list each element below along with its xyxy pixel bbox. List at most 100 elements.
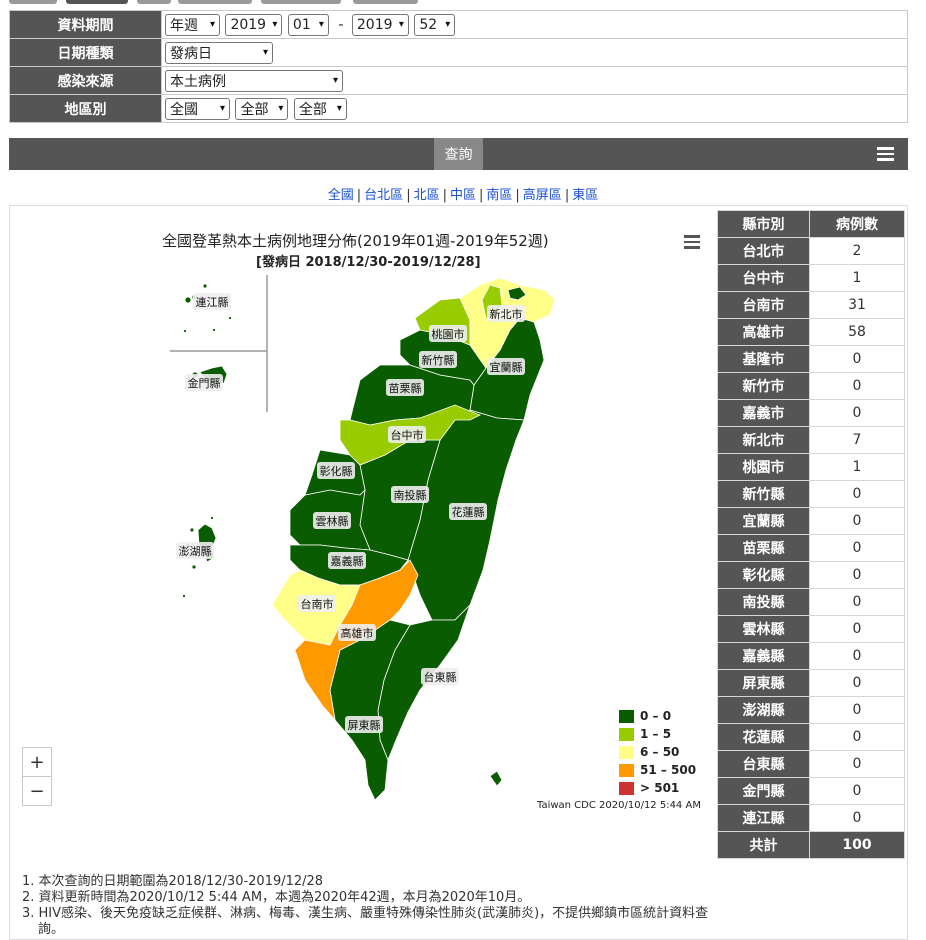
county-name: 新北市 — [717, 426, 810, 454]
county-name: 金門縣 — [717, 777, 810, 805]
table-row: 金門縣 0 — [717, 777, 905, 805]
county-name: 苗栗縣 — [717, 534, 810, 562]
zoom-out-button[interactable]: − — [22, 776, 52, 806]
table-row: 台東縣 0 — [717, 750, 905, 778]
legend-swatch — [619, 781, 634, 795]
table-row: 台中市 1 — [717, 264, 905, 292]
legend-swatch — [619, 727, 634, 741]
county-name: 宜蘭縣 — [717, 507, 810, 535]
legend-swatch — [619, 763, 634, 777]
total-value: 100 — [809, 831, 905, 859]
county-name: 南投縣 — [717, 588, 810, 616]
case-count: 0 — [809, 750, 905, 778]
case-count: 0 — [809, 561, 905, 589]
county-name: 台中市 — [717, 264, 810, 292]
table-row: 新竹縣 0 — [717, 480, 905, 508]
map-credit: Taiwan CDC 2020/10/12 5:44 AM — [537, 800, 701, 811]
case-count: 0 — [809, 696, 905, 724]
table-row: 雲林縣 0 — [717, 615, 905, 643]
table-row: 台北市 2 — [717, 237, 905, 265]
case-count: 2 — [809, 237, 905, 265]
label-tainan: 台南市 — [301, 597, 334, 611]
map-legend: 0 – 0 1 – 5 6 – 50 51 – 500 > 501 — [619, 707, 696, 797]
case-count: 0 — [809, 534, 905, 562]
county-name: 高雄市 — [717, 318, 810, 346]
case-count: 0 — [809, 399, 905, 427]
case-count: 0 — [809, 642, 905, 670]
case-count: 1 — [809, 453, 905, 481]
county-name: 嘉義市 — [717, 399, 810, 427]
label-miaoli: 苗栗縣 — [389, 382, 422, 395]
label-lienchiang: 連江縣 — [196, 295, 229, 309]
label-kinmen: 金門縣 — [188, 376, 221, 390]
label-nantou: 南投縣 — [394, 488, 427, 502]
table-row: 桃園市 1 — [717, 453, 905, 481]
county-name: 花蓮縣 — [717, 723, 810, 751]
table-header-cases: 病例數 — [809, 210, 905, 238]
county-name: 新竹縣 — [717, 480, 810, 508]
label-newtaipei: 新北市 — [490, 307, 523, 321]
legend-item: > 501 — [619, 779, 696, 797]
county-taitung-island[interactable] — [489, 770, 503, 787]
county-name: 台東縣 — [717, 750, 810, 778]
case-count: 0 — [809, 480, 905, 508]
table-row: 澎湖縣 0 — [717, 696, 905, 724]
table-row: 台南市 31 — [717, 291, 905, 319]
table-row: 嘉義縣 0 — [717, 642, 905, 670]
case-count: 0 — [809, 345, 905, 373]
case-count: 58 — [809, 318, 905, 346]
county-name: 彰化縣 — [717, 561, 810, 589]
legend-item: 0 – 0 — [619, 707, 696, 725]
notes: 1. 本次查詢的日期範圍為2018/12/30-2019/12/28 2. 資料… — [22, 874, 712, 938]
table-row: 南投縣 0 — [717, 588, 905, 616]
county-name: 桃園市 — [717, 453, 810, 481]
table-row: 新竹市 0 — [717, 372, 905, 400]
case-count: 1 — [809, 264, 905, 292]
county-name: 基隆市 — [717, 345, 810, 373]
label-hsinchu: 新竹縣 — [422, 353, 455, 367]
label-taichung: 台中市 — [391, 428, 424, 442]
case-count: 0 — [809, 372, 905, 400]
table-row: 宜蘭縣 0 — [717, 507, 905, 535]
county-name: 屏東縣 — [717, 669, 810, 697]
county-name: 台南市 — [717, 291, 810, 319]
case-count: 0 — [809, 588, 905, 616]
note-item: 1. 本次查詢的日期範圍為2018/12/30-2019/12/28 — [22, 874, 324, 889]
label-yilan: 宜蘭縣 — [490, 360, 523, 374]
note-item: 2. 資料更新時間為2020/10/12 5:44 AM，本週為2020年42週… — [22, 890, 531, 905]
table-row: 嘉義市 0 — [717, 399, 905, 427]
legend-item: 1 – 5 — [619, 725, 696, 743]
main-island — [271, 277, 556, 801]
county-name: 嘉義縣 — [717, 642, 810, 670]
case-count: 31 — [809, 291, 905, 319]
legend-item: 6 – 50 — [619, 743, 696, 761]
legend-swatch — [619, 745, 634, 759]
county-name: 雲林縣 — [717, 615, 810, 643]
case-count: 7 — [809, 426, 905, 454]
case-count: 0 — [809, 723, 905, 751]
label-yunlin: 雲林縣 — [316, 514, 349, 528]
table-row: 屏東縣 0 — [717, 669, 905, 697]
case-count: 0 — [809, 507, 905, 535]
county-name: 台北市 — [717, 237, 810, 265]
label-penghu: 澎湖縣 — [179, 545, 212, 558]
case-count: 0 — [809, 669, 905, 697]
table-header-county: 縣市別 — [717, 210, 810, 238]
legend-item: 51 – 500 — [619, 761, 696, 779]
label-hualien: 花蓮縣 — [452, 505, 485, 519]
county-name: 新竹市 — [717, 372, 810, 400]
label-taoyuan: 桃園市 — [432, 327, 465, 341]
case-count: 0 — [809, 615, 905, 643]
table-row: 苗栗縣 0 — [717, 534, 905, 562]
table-row: 彰化縣 0 — [717, 561, 905, 589]
label-taitung: 台東縣 — [424, 670, 457, 684]
table-row: 基隆市 0 — [717, 345, 905, 373]
table-row: 高雄市 58 — [717, 318, 905, 346]
table-row: 連江縣 0 — [717, 804, 905, 832]
label-pingtung: 屏東縣 — [348, 719, 381, 732]
case-count: 0 — [809, 777, 905, 805]
zoom-in-button[interactable]: + — [22, 747, 52, 777]
table-row: 花蓮縣 0 — [717, 723, 905, 751]
label-changhua: 彰化縣 — [320, 464, 353, 478]
county-case-table: 縣市別 病例數 台北市 2 台中市 1 台南市 31 高雄市 58 基隆市 0 新竹市 0 嘉義市 0 新北… — [717, 210, 905, 859]
